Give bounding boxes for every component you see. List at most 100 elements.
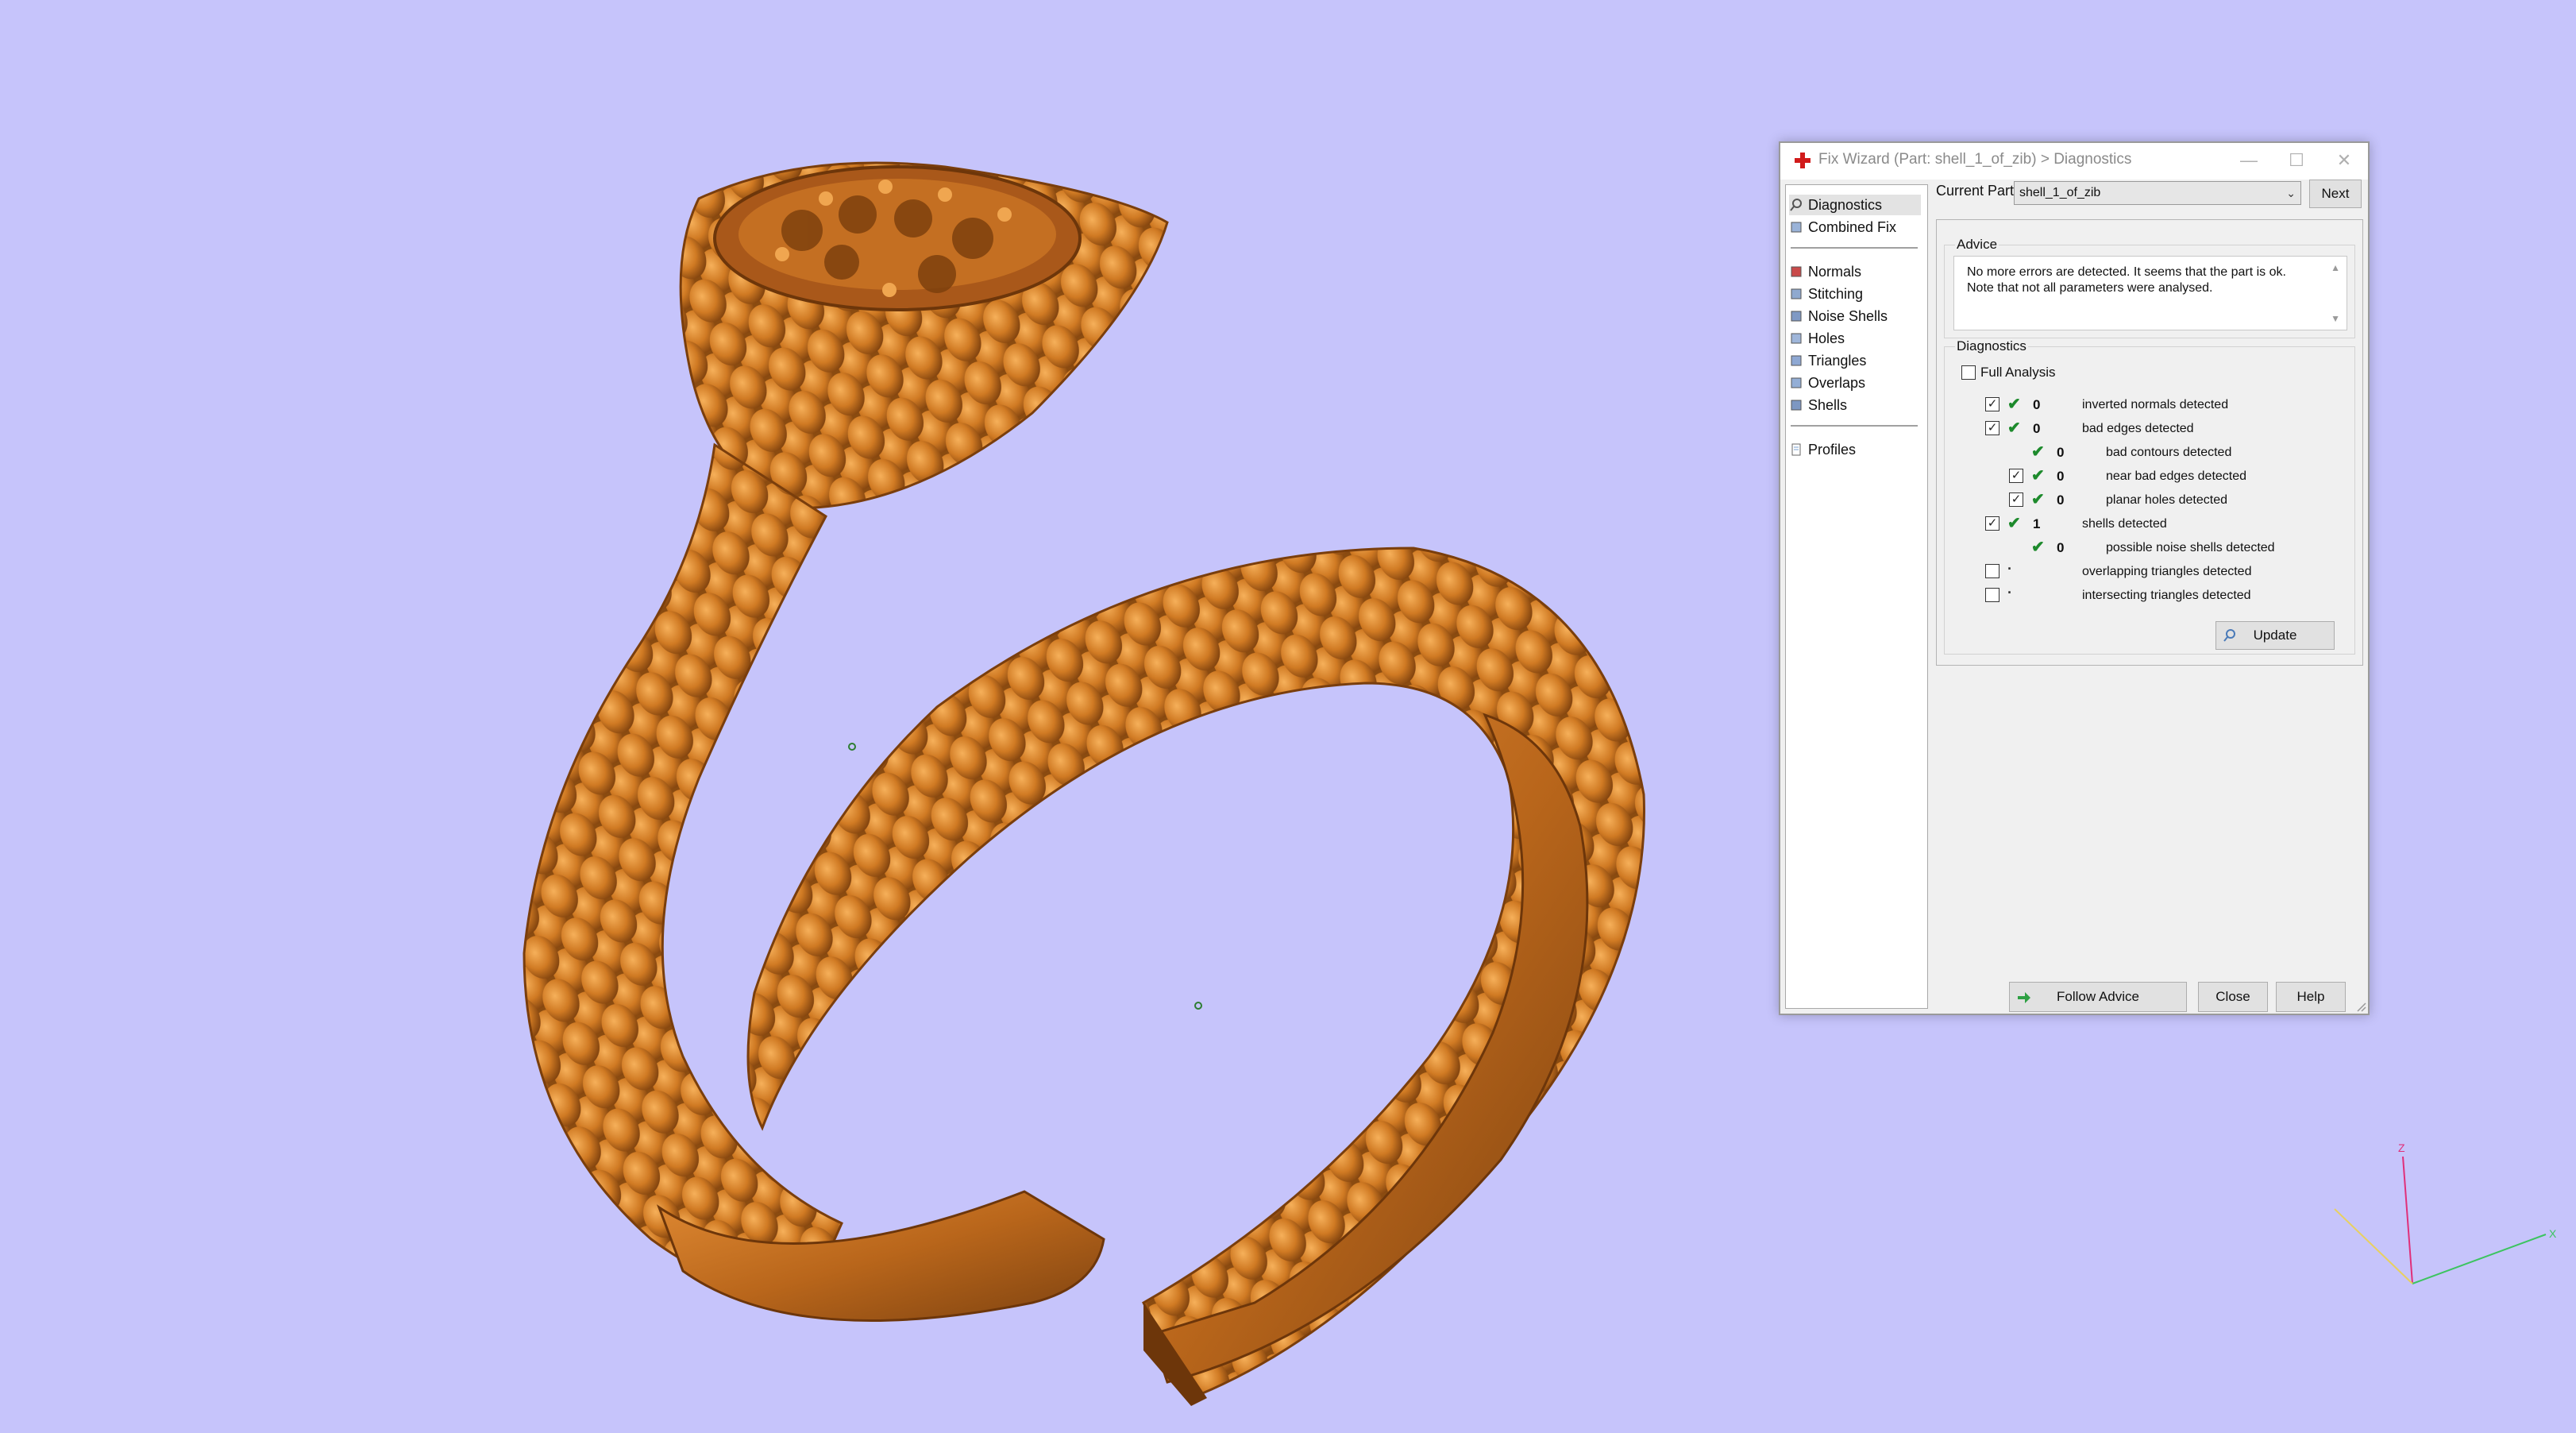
- scroll-down-icon[interactable]: ▼: [2331, 311, 2340, 326]
- nav-label: Normals: [1808, 263, 1862, 280]
- advice-text: No more errors are detected. It seems th…: [1967, 265, 2286, 295]
- follow-advice-label: Follow Advice: [2057, 989, 2139, 1004]
- holes-icon: [1791, 333, 1802, 344]
- nav-label: Diagnostics: [1808, 196, 1883, 213]
- row-label: intersecting triangles detected: [2082, 589, 2251, 602]
- current-part-label: Current Part:: [1936, 183, 2019, 199]
- nav-label: Stitching: [1808, 285, 1864, 302]
- nav-item-stitching[interactable]: Stitching: [1789, 284, 1921, 304]
- nav-item-overlaps[interactable]: Overlaps: [1789, 373, 1921, 393]
- next-button[interactable]: Next: [2309, 180, 2362, 208]
- row-checkbox[interactable]: ✓: [1985, 516, 1999, 531]
- nav-label: Overlaps: [1808, 374, 1866, 391]
- row-checkbox[interactable]: ✓: [2009, 469, 2023, 483]
- nav-label: Shells: [1808, 396, 1848, 413]
- current-part-value: shell_1_of_zib: [2019, 186, 2101, 199]
- title-bar[interactable]: Fix Wizard (Part: shell_1_of_zib) > Diag…: [1780, 143, 2368, 180]
- maximize-button[interactable]: ☐: [2273, 146, 2320, 175]
- advice-textbox[interactable]: No more errors are detected. It seems th…: [1953, 256, 2347, 330]
- magnifier-icon: [2223, 629, 2235, 642]
- noise-shells-icon: [1791, 311, 1802, 322]
- row-label: bad contours detected: [2106, 446, 2232, 459]
- ok-check-icon: ✔: [2031, 443, 2045, 461]
- nav-item-shells[interactable]: Shells: [1789, 395, 1921, 415]
- row-count: 0: [2033, 421, 2041, 436]
- nav-label: Noise Shells: [1808, 307, 1888, 324]
- red-cross-icon: [1795, 153, 1811, 168]
- diagnostics-title: Diagnostics: [1955, 338, 2028, 354]
- full-analysis-checkbox[interactable]: [1961, 365, 1976, 380]
- nav-item-holes[interactable]: Holes: [1789, 328, 1921, 349]
- axis-z-label: Z: [2398, 1141, 2405, 1154]
- magnifier-icon: [1790, 199, 1802, 211]
- row-label: near bad edges detected: [2106, 469, 2247, 483]
- ok-check-icon: ✔: [2031, 491, 2045, 508]
- pivot-marker[interactable]: [1194, 1002, 1202, 1010]
- stitching-icon: [1791, 288, 1802, 299]
- green-arrow-icon: [2018, 992, 2030, 1003]
- nav-label: Triangles: [1808, 352, 1867, 369]
- triangles-icon: [1791, 355, 1802, 366]
- ok-check-icon: ✔: [2007, 515, 2021, 532]
- row-label: overlapping triangles detected: [2082, 565, 2252, 578]
- row-count: 1: [2033, 516, 2041, 531]
- row-count: 0: [2033, 397, 2041, 412]
- row-label: possible noise shells detected: [2106, 541, 2275, 554]
- nav-item-triangles[interactable]: Triangles: [1789, 350, 1921, 371]
- advice-title: Advice: [1955, 237, 1999, 253]
- row-checkbox[interactable]: ✓: [2009, 492, 2023, 507]
- row-label: inverted normals detected: [2082, 398, 2229, 411]
- nav-label: Profiles: [1808, 441, 1857, 458]
- nav-label: Combined Fix: [1808, 218, 1897, 235]
- row-checkbox[interactable]: [1985, 564, 1999, 578]
- row-count: 0: [2057, 469, 2065, 484]
- normals-icon: [1791, 266, 1802, 277]
- nav-item-diagnostics[interactable]: Diagnostics: [1789, 195, 1921, 215]
- ok-check-icon: ✔: [2007, 396, 2021, 413]
- chevron-down-icon: ⌄: [2286, 187, 2296, 199]
- nav-label: Holes: [1808, 330, 1845, 346]
- update-label: Update: [2253, 628, 2297, 643]
- unknown-status-icon: ·: [2007, 585, 2012, 601]
- ring-shank-left: [523, 442, 843, 1297]
- scroll-up-icon[interactable]: ▲: [2331, 260, 2340, 276]
- nav-item-noise-shells[interactable]: Noise Shells: [1789, 306, 1921, 326]
- ok-check-icon: ✔: [2031, 467, 2045, 485]
- document-icon: [1791, 443, 1801, 456]
- current-part-select[interactable]: shell_1_of_zib ⌄: [2014, 181, 2301, 205]
- nav-item-normals[interactable]: Normals: [1789, 261, 1921, 282]
- window-title: Fix Wizard (Part: shell_1_of_zib) > Diag…: [1818, 151, 2132, 168]
- ring-model[interactable]: [523, 161, 1645, 1406]
- row-label: bad edges detected: [2082, 422, 2194, 435]
- update-button[interactable]: Update: [2215, 621, 2335, 650]
- overlaps-icon: [1791, 377, 1802, 388]
- minimize-button[interactable]: —: [2225, 146, 2273, 175]
- wizard-nav-panel: Diagnostics Combined Fix Normals Stitchi…: [1785, 184, 1928, 1009]
- nav-divider: [1791, 247, 1918, 249]
- axis-x-label: X: [2549, 1227, 2557, 1240]
- row-count: 0: [2057, 492, 2065, 508]
- row-checkbox[interactable]: [1985, 588, 1999, 602]
- resize-grip-icon[interactable]: [2354, 999, 2366, 1012]
- row-label: shells detected: [2082, 517, 2167, 531]
- ok-check-icon: ✔: [2031, 539, 2045, 556]
- row-count: 0: [2057, 445, 2065, 460]
- close-button[interactable]: Close: [2198, 982, 2268, 1012]
- close-window-button[interactable]: ✕: [2320, 146, 2368, 175]
- row-checkbox[interactable]: ✓: [1985, 421, 1999, 435]
- unknown-status-icon: ·: [2007, 561, 2012, 577]
- ok-check-icon: ✔: [2007, 419, 2021, 437]
- nav-divider: [1791, 425, 1918, 427]
- axis-triad: Z X: [2334, 1141, 2557, 1284]
- row-label: planar holes detected: [2106, 493, 2227, 507]
- follow-advice-button[interactable]: Follow Advice: [2009, 982, 2187, 1012]
- pivot-marker[interactable]: [848, 743, 856, 751]
- fix-wizard-dialog: Fix Wizard (Part: shell_1_of_zib) > Diag…: [1779, 141, 2370, 1015]
- row-checkbox[interactable]: ✓: [1985, 397, 1999, 411]
- row-count: 0: [2057, 540, 2065, 555]
- shells-icon: [1791, 400, 1802, 411]
- nav-item-combined-fix[interactable]: Combined Fix: [1789, 217, 1921, 238]
- nav-item-profiles[interactable]: Profiles: [1789, 439, 1921, 460]
- full-analysis-label: Full Analysis: [1980, 365, 2056, 380]
- help-button[interactable]: Help: [2276, 982, 2346, 1012]
